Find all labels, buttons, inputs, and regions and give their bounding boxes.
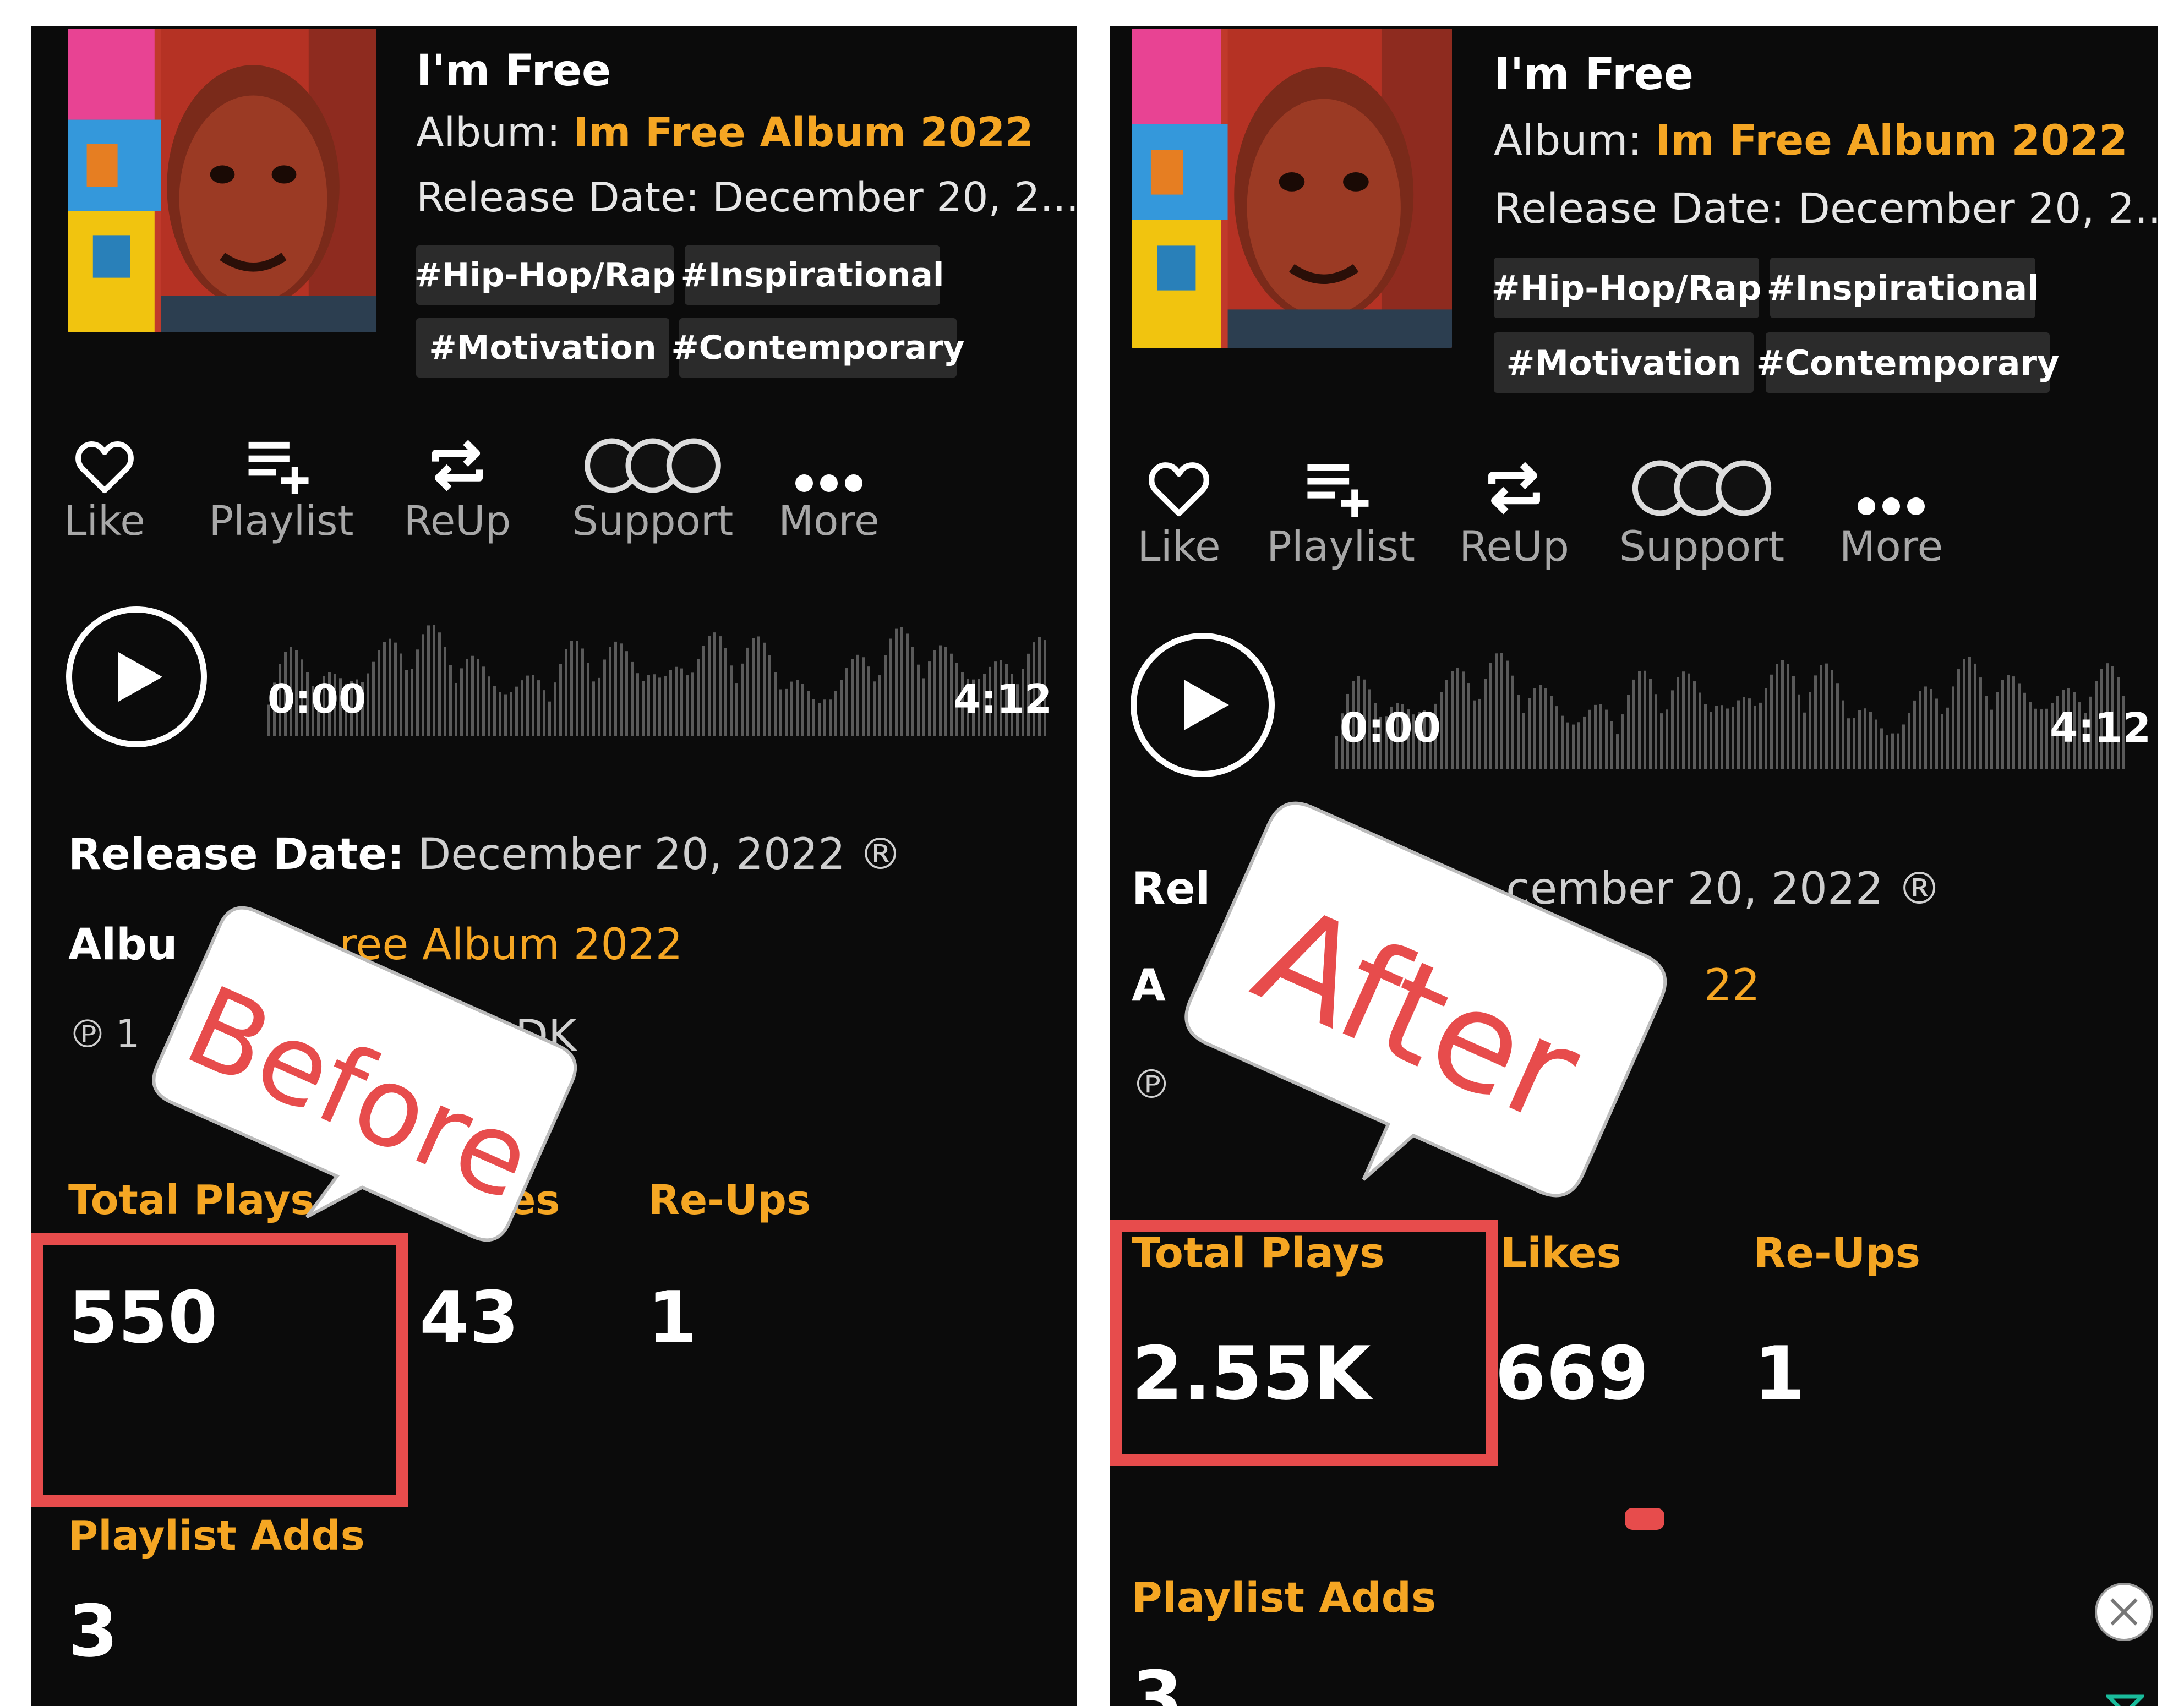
detail-album-value: 22 xyxy=(1704,960,1760,1011)
more-button[interactable]: More xyxy=(763,428,895,545)
playlist-label: Playlist xyxy=(1266,522,1416,571)
more-label: More xyxy=(1839,522,1943,571)
album-prefix: Album: xyxy=(416,109,574,156)
like-label: Like xyxy=(64,497,145,545)
tag-hip-hop[interactable]: #Hip-Hop/Rap xyxy=(1492,258,1761,318)
playlist-adds-value: 3 xyxy=(1132,1655,1183,1706)
release-date-line: Release Date: December 20, 2... xyxy=(1494,184,2158,233)
duration: 4:12 xyxy=(953,676,1052,722)
album-link[interactable]: Im Free Album 2022 xyxy=(574,109,1034,156)
like-button[interactable]: Like xyxy=(61,428,149,545)
tag-contemporary[interactable]: #Contemporary xyxy=(1756,332,2059,393)
album-link[interactable]: Im Free Album 2022 xyxy=(1655,116,2128,165)
play-icon xyxy=(118,652,162,702)
album-artwork[interactable] xyxy=(1132,29,1452,348)
support-icon xyxy=(585,438,721,493)
reups-label: Re-Ups xyxy=(648,1177,811,1224)
more-icon xyxy=(1858,497,1925,515)
waveform-scrubber[interactable] xyxy=(267,610,1049,736)
copyright-symbol: ℗ xyxy=(68,1011,107,1057)
like-label: Like xyxy=(1137,522,1221,571)
reup-label: ReUp xyxy=(1459,522,1570,571)
repost-icon xyxy=(1488,462,1540,515)
tag-contemporary[interactable]: #Contemporary xyxy=(671,318,965,378)
detail-release-date: Release Date: December 20, 2022 ® xyxy=(68,830,902,879)
after-screenshot: I'm Free Album: Im Free Album 2022 Relea… xyxy=(1110,26,2158,1706)
tag-hip-hop[interactable]: #Hip-Hop/Rap xyxy=(414,245,675,305)
before-callout-bubble: Before xyxy=(113,896,598,1292)
playlist-add-icon xyxy=(1307,464,1369,517)
play-button[interactable] xyxy=(66,606,207,747)
album-line: Album: Im Free Album 2022 xyxy=(1494,116,2128,165)
likes-value: 669 xyxy=(1495,1331,1649,1417)
support-label: Support xyxy=(572,497,734,545)
like-button[interactable]: Like xyxy=(1135,449,1223,571)
playlist-adds-label: Playlist Adds xyxy=(1132,1573,1437,1622)
reups-value: 1 xyxy=(1754,1331,1805,1417)
current-time: 0:00 xyxy=(267,676,367,722)
after-callout-bubble: After xyxy=(1126,769,1710,1265)
tag-inspirational[interactable]: #Inspirational xyxy=(681,245,944,305)
playlist-button[interactable]: Playlist xyxy=(1264,449,1418,571)
track-title: I'm Free xyxy=(416,46,611,96)
tag-inspirational[interactable]: #Inspirational xyxy=(1767,258,2039,318)
release-date-value: December 20, 2022 ® xyxy=(418,830,902,879)
album-value-link[interactable]: 22 xyxy=(1704,960,1760,1011)
heart-icon xyxy=(1149,462,1209,517)
track-title: I'm Free xyxy=(1494,48,1694,100)
reup-button[interactable]: ReUp xyxy=(1445,449,1583,571)
close-ad-button[interactable] xyxy=(2095,1583,2153,1641)
support-icon xyxy=(1632,460,1772,516)
waveform-scrubber[interactable] xyxy=(1335,637,2128,769)
ad-choices-icon[interactable] xyxy=(2106,1694,2144,1706)
support-label: Support xyxy=(1619,522,1785,571)
heart-icon xyxy=(75,441,134,494)
reups-label: Re-Ups xyxy=(1754,1228,1920,1277)
playlist-add-icon xyxy=(248,441,309,494)
before-screenshot: I'm Free Album: Im Free Album 2022 Relea… xyxy=(31,26,1077,1706)
playlist-adds-label: Playlist Adds xyxy=(68,1512,365,1560)
reup-label: ReUp xyxy=(403,497,511,545)
playlist-label: Playlist xyxy=(209,497,354,545)
release-date-label: Release Date: xyxy=(68,830,405,879)
close-icon xyxy=(2110,1598,2138,1626)
playlist-adds-value: 3 xyxy=(68,1589,118,1673)
play-button[interactable] xyxy=(1131,633,1275,777)
repost-icon xyxy=(432,440,483,491)
support-button[interactable]: Support xyxy=(1608,449,1795,571)
more-icon xyxy=(795,474,862,492)
tag-motivation[interactable]: #Motivation xyxy=(1494,332,1754,393)
support-button[interactable]: Support xyxy=(559,428,746,545)
playlist-button[interactable]: Playlist xyxy=(207,428,356,545)
play-icon xyxy=(1184,680,1229,730)
album-prefix: Album: xyxy=(1494,116,1656,165)
carousel-indicator xyxy=(1625,1508,1664,1530)
more-button[interactable]: More xyxy=(1831,449,1952,571)
tag-motivation[interactable]: #Motivation xyxy=(416,318,669,378)
album-line: Album: Im Free Album 2022 xyxy=(416,109,1034,156)
reups-value: 1 xyxy=(647,1276,697,1359)
duration: 4:12 xyxy=(2050,704,2152,752)
album-artwork[interactable] xyxy=(68,29,376,332)
release-date-line: Release Date: December 20, 2... xyxy=(416,174,1077,221)
more-label: More xyxy=(778,497,880,545)
current-time: 0:00 xyxy=(1340,704,1442,752)
reup-button[interactable]: ReUp xyxy=(389,428,526,545)
